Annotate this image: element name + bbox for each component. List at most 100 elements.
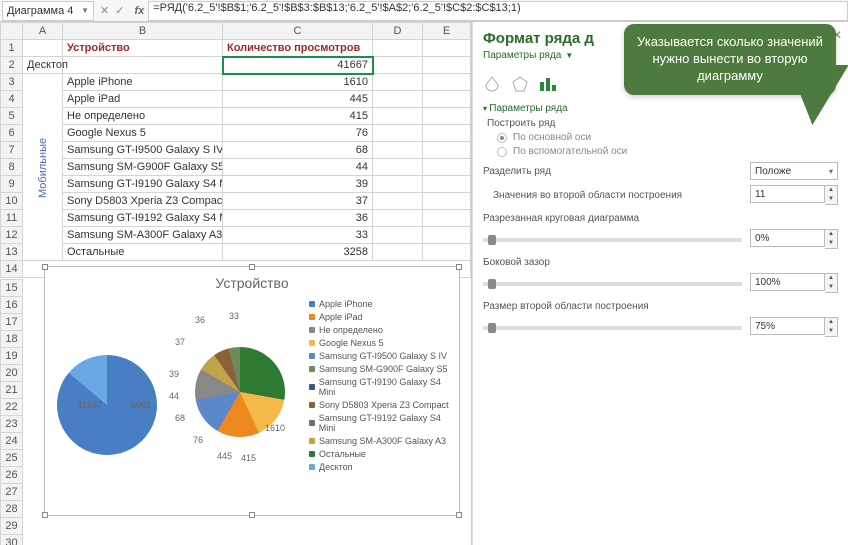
cell[interactable]: Samsung GT-I9500 Galaxy S IV <box>63 142 223 159</box>
col-header[interactable]: D <box>373 23 423 40</box>
vertical-label[interactable]: Мобильные <box>23 74 63 261</box>
row-header[interactable]: 24 <box>1 433 23 450</box>
second-plot-size-slider[interactable] <box>483 326 742 330</box>
legend-item[interactable]: Samsung GT-I9190 Galaxy S4 Mini <box>309 377 455 397</box>
cell[interactable]: 41667 <box>223 57 373 74</box>
cell[interactable]: 76 <box>223 125 373 142</box>
legend-item[interactable]: Samsung SM-A300F Galaxy A3 <box>309 436 455 446</box>
row-header[interactable]: 16 <box>1 297 23 314</box>
cell[interactable]: Количество просмотров <box>223 40 373 57</box>
row-header[interactable]: 30 <box>1 535 23 545</box>
spin-down-icon[interactable]: ▼ <box>825 239 837 248</box>
spin-down-icon[interactable]: ▼ <box>825 283 837 292</box>
row-header[interactable]: 13 <box>1 244 23 261</box>
legend-item[interactable]: Остальные <box>309 449 455 459</box>
cancel-icon[interactable]: ✕ <box>100 4 109 17</box>
effects-icon[interactable] <box>511 75 529 93</box>
col-header[interactable]: C <box>223 23 373 40</box>
resize-handle[interactable] <box>249 264 255 270</box>
cell[interactable]: Samsung GT-I9192 Galaxy S4 Mini <box>63 210 223 227</box>
legend-item[interactable]: Apple iPhone <box>309 299 455 309</box>
spin-up-icon[interactable]: ▲ <box>825 318 837 327</box>
resize-handle[interactable] <box>42 264 48 270</box>
cell[interactable] <box>63 57 223 74</box>
row-header[interactable]: 5 <box>1 108 23 125</box>
resize-handle[interactable] <box>456 264 462 270</box>
cell[interactable]: 39 <box>223 176 373 193</box>
name-box[interactable]: Диаграмма 4 ▼ <box>2 1 94 21</box>
accept-icon[interactable]: ✓ <box>115 4 124 17</box>
cell[interactable]: 36 <box>223 210 373 227</box>
row-header[interactable]: 7 <box>1 142 23 159</box>
spin-down-icon[interactable]: ▼ <box>825 327 837 336</box>
legend-item[interactable]: Sony D5803 Xperia Z3 Compact <box>309 400 455 410</box>
cell[interactable]: Десктоп <box>23 57 63 74</box>
row-header[interactable]: 12 <box>1 227 23 244</box>
cell[interactable]: 1610 <box>223 74 373 91</box>
gap-slider[interactable] <box>483 282 742 286</box>
cell[interactable]: 445 <box>223 91 373 108</box>
chart-plot-area[interactable]: 416676061363337394468764154451610 <box>45 295 305 513</box>
row-header[interactable]: 15 <box>1 280 23 297</box>
fx-icon[interactable]: fx <box>130 5 148 17</box>
row-header[interactable]: 26 <box>1 467 23 484</box>
cell[interactable]: Sony D5803 Xperia Z3 Compact <box>63 193 223 210</box>
cell[interactable]: 37 <box>223 193 373 210</box>
cell[interactable]: Samsung SM-A300F Galaxy A3 <box>63 227 223 244</box>
second-plot-size-spinner[interactable]: 75% <box>750 317 825 335</box>
resize-handle[interactable] <box>456 512 462 518</box>
fill-icon[interactable] <box>483 75 501 93</box>
legend-item[interactable]: Apple iPad <box>309 312 455 322</box>
col-header[interactable]: B <box>63 23 223 40</box>
legend-item[interactable]: Не определено <box>309 325 455 335</box>
series-options-icon[interactable] <box>539 75 557 93</box>
row-header[interactable]: 18 <box>1 331 23 348</box>
legend-item[interactable]: Samsung GT-I9192 Galaxy S4 Mini <box>309 413 455 433</box>
cell[interactable]: 68 <box>223 142 373 159</box>
legend-item[interactable]: Десктоп <box>309 462 455 472</box>
row-header[interactable]: 28 <box>1 501 23 518</box>
row-header[interactable]: 25 <box>1 450 23 467</box>
legend-item[interactable]: Google Nexus 5 <box>309 338 455 348</box>
select-all[interactable] <box>1 23 23 40</box>
row-header[interactable]: 14 <box>1 261 23 278</box>
cell[interactable]: Apple iPhone <box>63 74 223 91</box>
row-header[interactable]: 2 <box>1 57 23 74</box>
row-header[interactable]: 6 <box>1 125 23 142</box>
row-header[interactable]: 4 <box>1 91 23 108</box>
row-header[interactable]: 17 <box>1 314 23 331</box>
row-header[interactable]: 20 <box>1 365 23 382</box>
row-header[interactable]: 11 <box>1 210 23 227</box>
split-series-combo[interactable]: Положе <box>750 162 838 180</box>
legend-item[interactable]: Samsung SM-G900F Galaxy S5 <box>309 364 455 374</box>
second-plot-count-spinner[interactable]: 11 <box>750 185 825 203</box>
row-header[interactable]: 29 <box>1 518 23 535</box>
cell[interactable]: 33 <box>223 227 373 244</box>
spin-up-icon[interactable]: ▲ <box>825 274 837 283</box>
embedded-chart[interactable]: Устройство 41667606136333739446876415445… <box>44 266 460 516</box>
cell[interactable]: Samsung SM-G900F Galaxy S5 <box>63 159 223 176</box>
cell[interactable]: Устройство <box>63 40 223 57</box>
col-header[interactable]: A <box>23 23 63 40</box>
cell[interactable]: 44 <box>223 159 373 176</box>
spin-up-icon[interactable]: ▲ <box>825 186 837 195</box>
col-header[interactable]: E <box>423 23 471 40</box>
worksheet-area[interactable]: A B C D E 1 Устройство Количество просмо… <box>0 22 472 545</box>
chart-title[interactable]: Устройство <box>45 267 459 295</box>
legend-item[interactable]: Samsung GT-I9500 Galaxy S IV <box>309 351 455 361</box>
cell[interactable]: 3258 <box>223 244 373 261</box>
row-header[interactable]: 8 <box>1 159 23 176</box>
row-header[interactable]: 9 <box>1 176 23 193</box>
pane-subtitle[interactable]: Параметры ряда ▼ <box>483 50 573 61</box>
cell[interactable]: Google Nexus 5 <box>63 125 223 142</box>
row-header[interactable]: 10 <box>1 193 23 210</box>
spin-up-icon[interactable]: ▲ <box>825 230 837 239</box>
explosion-slider[interactable] <box>483 238 742 242</box>
cell[interactable]: 415 <box>223 108 373 125</box>
chart-legend[interactable]: Apple iPhone Apple iPad Не определено Googl… <box>305 295 459 513</box>
row-header[interactable]: 19 <box>1 348 23 365</box>
spin-down-icon[interactable]: ▼ <box>825 195 837 204</box>
cell[interactable]: Остальные <box>63 244 223 261</box>
cell[interactable]: Samsung GT-I9190 Galaxy S4 Mini <box>63 176 223 193</box>
row-header[interactable]: 23 <box>1 416 23 433</box>
